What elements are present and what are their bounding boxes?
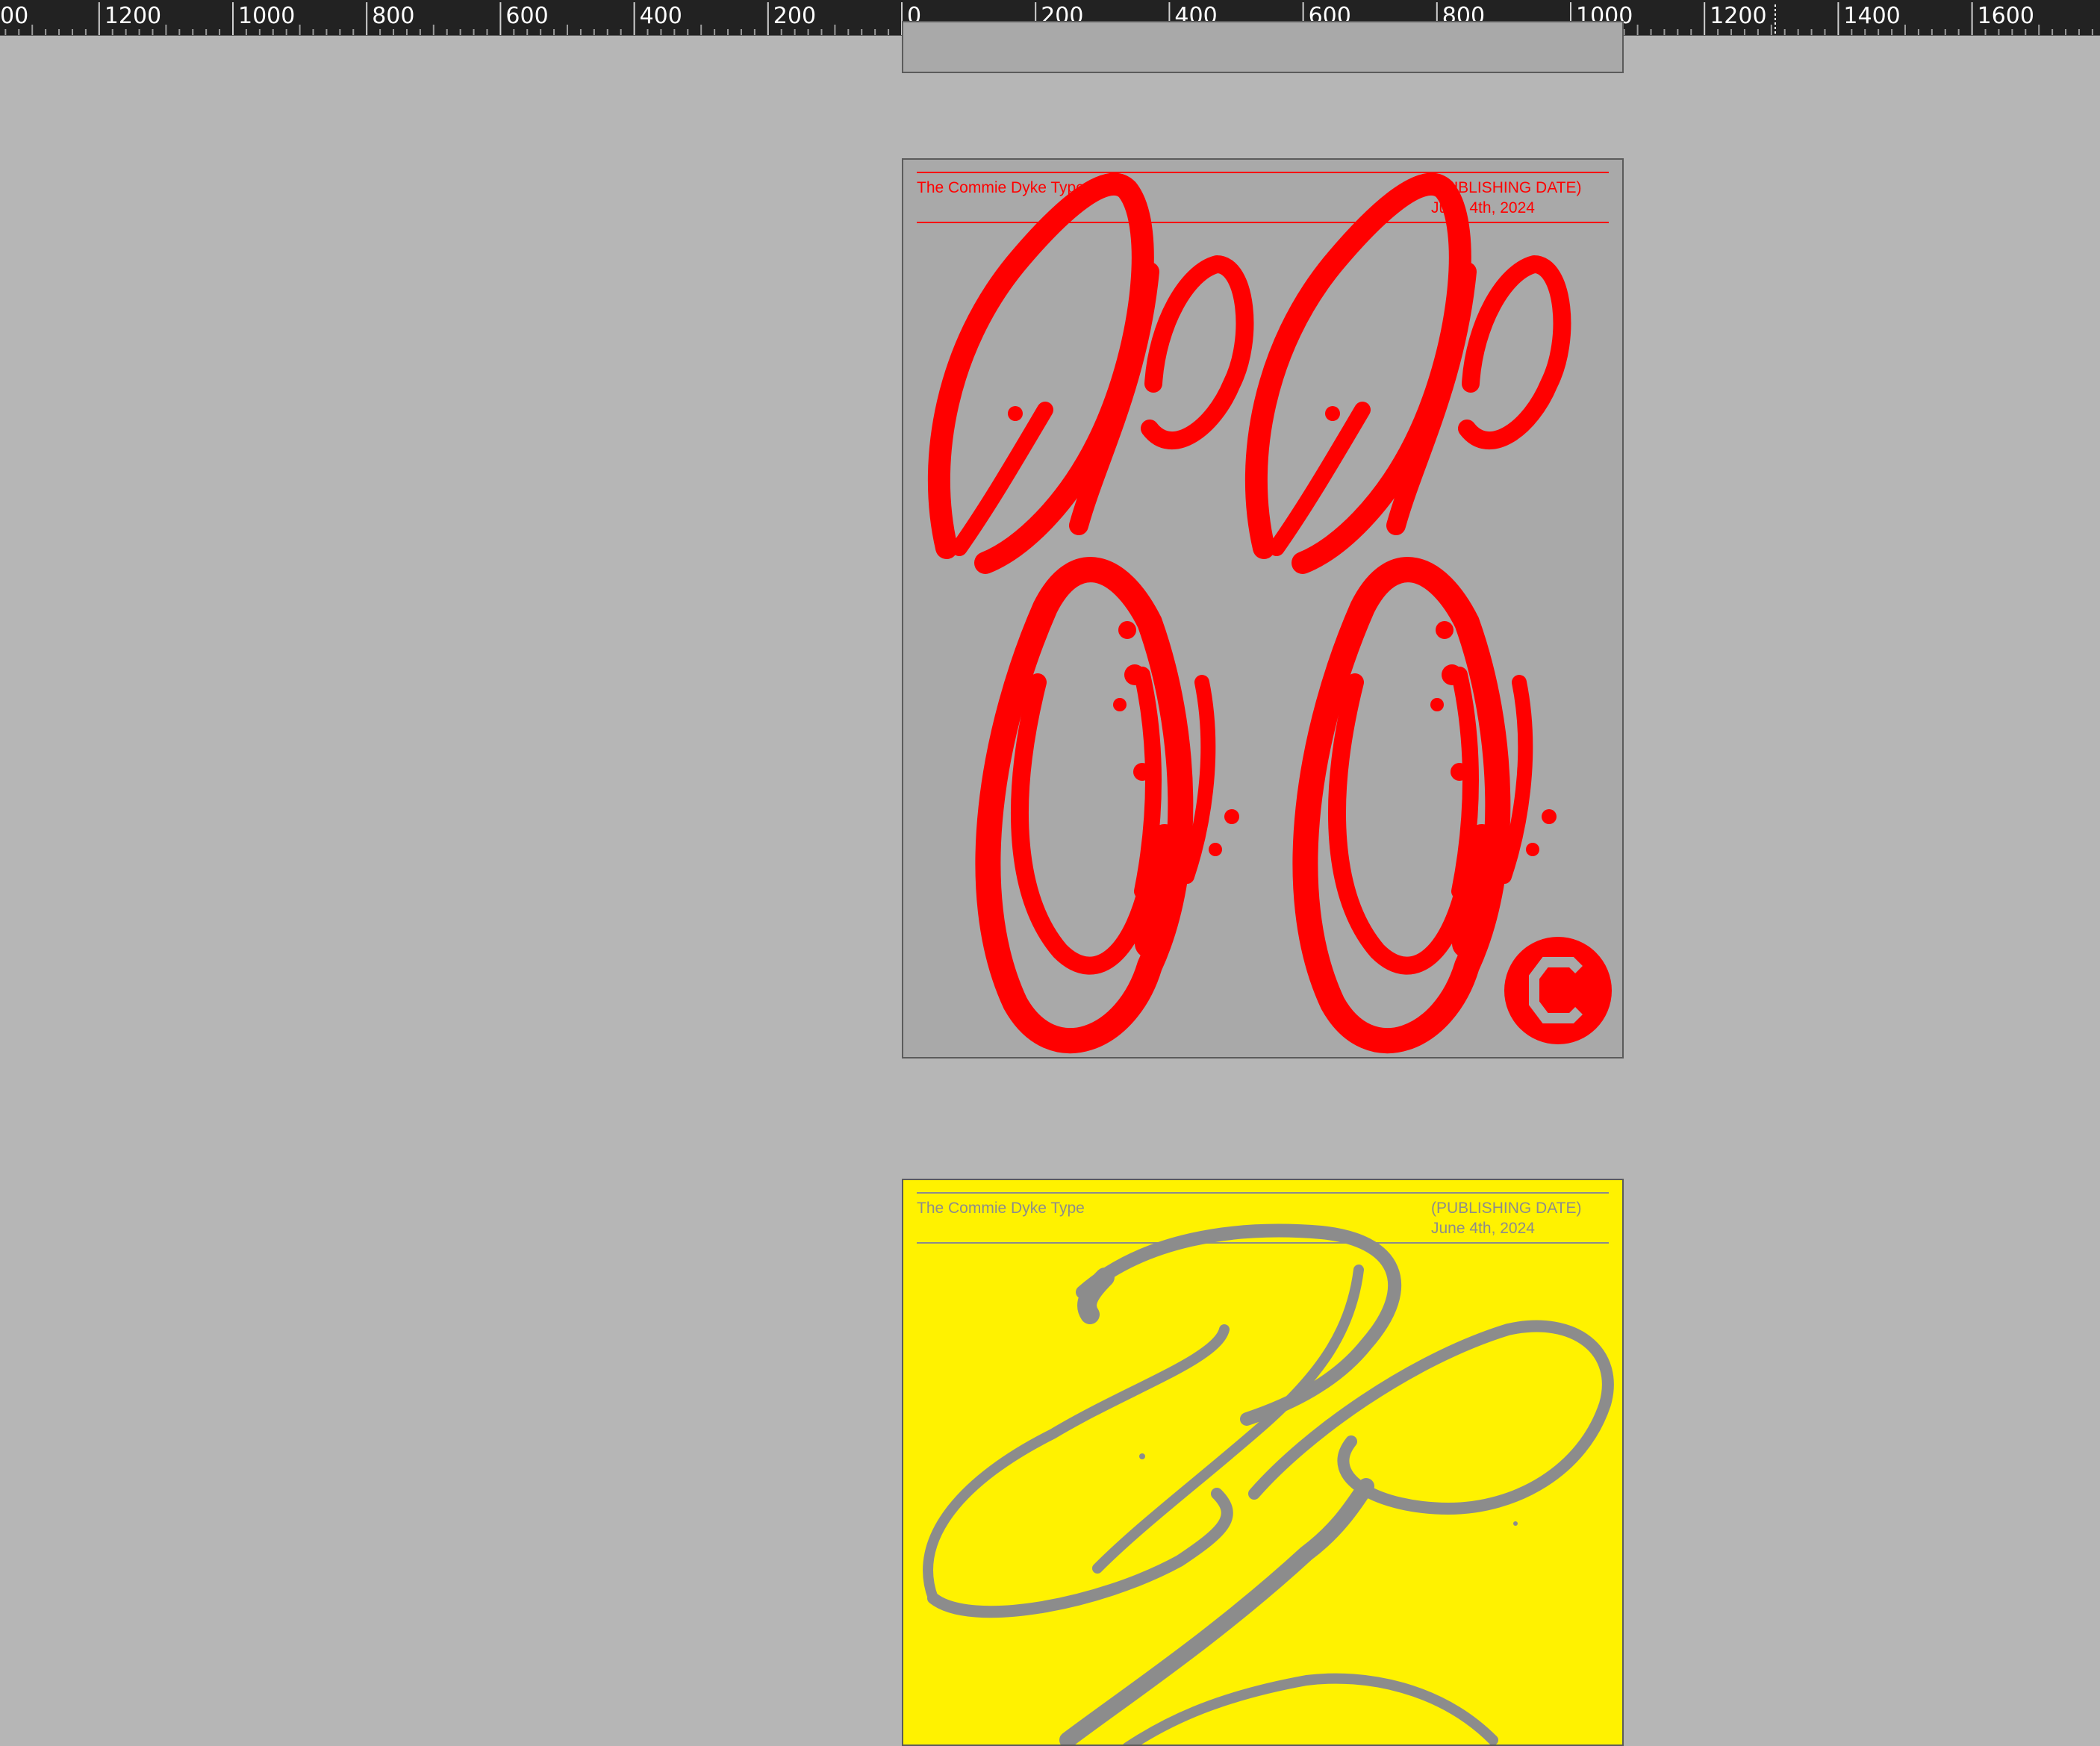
canvas-workspace[interactable]: The Commie Dyke Type (PUBLISHING DATE) J… [0, 21, 2100, 1746]
ruler-label: 1000 [238, 3, 296, 29]
letter-pair-right [1244, 173, 1571, 1054]
ruler-label: 600 [505, 3, 549, 29]
script-lettering-artwork [927, 173, 1612, 1054]
ruler-label: 1200 [104, 3, 162, 29]
ruler-label: 1200 [1710, 3, 1767, 29]
copyright-icon [1504, 937, 1612, 1044]
ruler-label: 800 [372, 3, 415, 29]
artboard-poster-red[interactable]: The Commie Dyke Type (PUBLISHING DATE) J… [902, 158, 1624, 1058]
artboard-poster-yellow[interactable]: The Commie Dyke Type (PUBLISHING DATE) J… [902, 1179, 1624, 1746]
letter-pair-left [927, 173, 1254, 1054]
letter-q-outline [923, 1223, 1614, 1745]
ruler-label: 400 [639, 3, 682, 29]
artboard-previous[interactable] [902, 21, 1624, 73]
ruler-label: 200 [773, 3, 817, 29]
ruler-label: 1400 [1843, 3, 1901, 29]
ruler-label: 1600 [1977, 3, 2034, 29]
script-lettering-artwork [923, 1223, 1614, 1745]
ruler-label: 00 [0, 3, 29, 29]
